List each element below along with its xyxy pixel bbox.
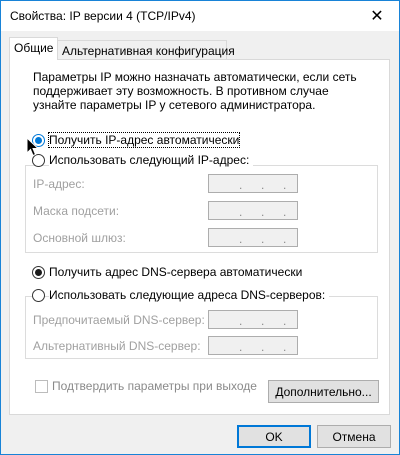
ip-address-input[interactable]: ... [208,174,298,193]
dns-manual-radio[interactable] [32,289,45,302]
alternate-dns-label: Альтернативный DNS-сервер: [33,339,201,353]
ip-address-label: IP-адрес: [33,177,85,191]
close-icon: ✕ [370,8,384,25]
validate-on-exit-label[interactable]: Подтвердить параметры при выходе [52,379,257,393]
dns-auto-radio[interactable] [32,266,45,279]
mouse-cursor-icon [26,137,40,157]
ip-manual-label[interactable]: Использовать следующий IP-адрес: [49,153,254,167]
alternate-dns-input[interactable]: ... [208,336,298,355]
tab-general[interactable]: Общие [9,37,58,60]
title-bar[interactable]: Свойства: IP версии 4 (TCP/IPv4) ✕ [1,1,399,31]
ok-button[interactable]: OK [237,425,311,448]
subnet-mask-label: Маска подсети: [33,204,120,218]
preferred-dns-label: Предпочитаемый DNS-сервер: [33,313,205,327]
tab-label: Альтернативная конфигурация [62,44,235,58]
advanced-button[interactable]: Дополнительно... [268,380,379,403]
window-title: Свойства: IP версии 4 (TCP/IPv4) [10,9,196,23]
intro-text: Параметры IP можно назначать автоматичес… [33,70,357,112]
default-gateway-label: Основной шлюз: [33,231,126,245]
ip-auto-label[interactable]: Получить IP-адрес автоматически [47,132,241,148]
cancel-button[interactable]: Отмена [317,425,391,448]
dns-manual-label[interactable]: Использовать следующие адреса DNS-сервер… [49,288,330,302]
tab-label: Общие [14,41,54,55]
validate-on-exit-checkbox[interactable] [35,380,48,393]
close-button[interactable]: ✕ [355,1,399,31]
subnet-mask-input[interactable]: ... [208,201,298,220]
dns-auto-label[interactable]: Получить адрес DNS-сервера автоматически [49,265,302,279]
preferred-dns-input[interactable]: ... [208,310,298,329]
default-gateway-input[interactable]: ... [208,228,298,247]
tab-alternative-config[interactable]: Альтернативная конфигурация [57,40,235,61]
